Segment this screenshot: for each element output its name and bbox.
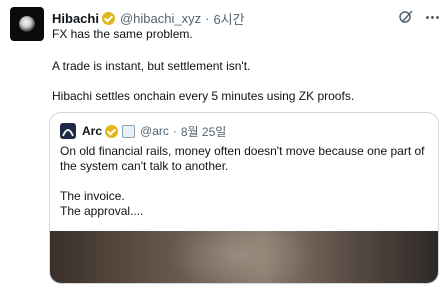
tweet-header: Hibachi @hibachi_xyz · 6시간 xyxy=(52,9,245,27)
grok-icon[interactable] xyxy=(398,9,414,25)
quoted-tweet-date[interactable]: 8월 25일 xyxy=(181,123,226,140)
quoted-author-name[interactable]: Arc xyxy=(82,124,102,138)
hibachi-logo-icon xyxy=(19,16,35,32)
quoted-tweet-header: Arc @arc · 8월 25일 xyxy=(82,122,226,140)
verified-badge-icon[interactable] xyxy=(101,11,115,25)
media-highlight xyxy=(170,231,310,283)
affiliate-badge-icon[interactable] xyxy=(122,124,136,138)
quoted-author-handle[interactable]: @arc xyxy=(140,124,169,138)
author-avatar[interactable] xyxy=(10,7,44,41)
tweet-text-line-2: A trade is instant, but settlement isn't… xyxy=(52,59,251,73)
verified-badge-icon[interactable] xyxy=(105,124,119,138)
tweet-actions-top xyxy=(398,9,439,25)
author-name[interactable]: Hibachi xyxy=(52,11,99,26)
quoted-text-line-1: On old financial rails, money often does… xyxy=(60,144,425,158)
tweet-text-line-1: FX has the same problem. xyxy=(52,27,193,41)
quoted-media-image[interactable] xyxy=(50,231,438,283)
quoted-text-line-3: The invoice. xyxy=(60,189,125,203)
arc-logo-icon xyxy=(62,129,74,137)
tweet-text-line-3: Hibachi settles onchain every 5 minutes … xyxy=(52,89,355,103)
separator-dot: · xyxy=(172,124,177,138)
quoted-author-avatar[interactable] xyxy=(60,123,76,139)
more-icon[interactable] xyxy=(426,15,439,19)
author-handle[interactable]: @hibachi_xyz xyxy=(120,11,201,26)
quoted-tweet[interactable]: Arc @arc · 8월 25일 On old financial rails… xyxy=(49,112,439,284)
tweet-time[interactable]: 6시간 xyxy=(213,9,244,28)
quoted-text-line-2: the system can't talk to another. xyxy=(60,159,229,173)
separator-dot: · xyxy=(205,10,210,26)
quoted-text-line-4: The approval.... xyxy=(60,204,144,218)
